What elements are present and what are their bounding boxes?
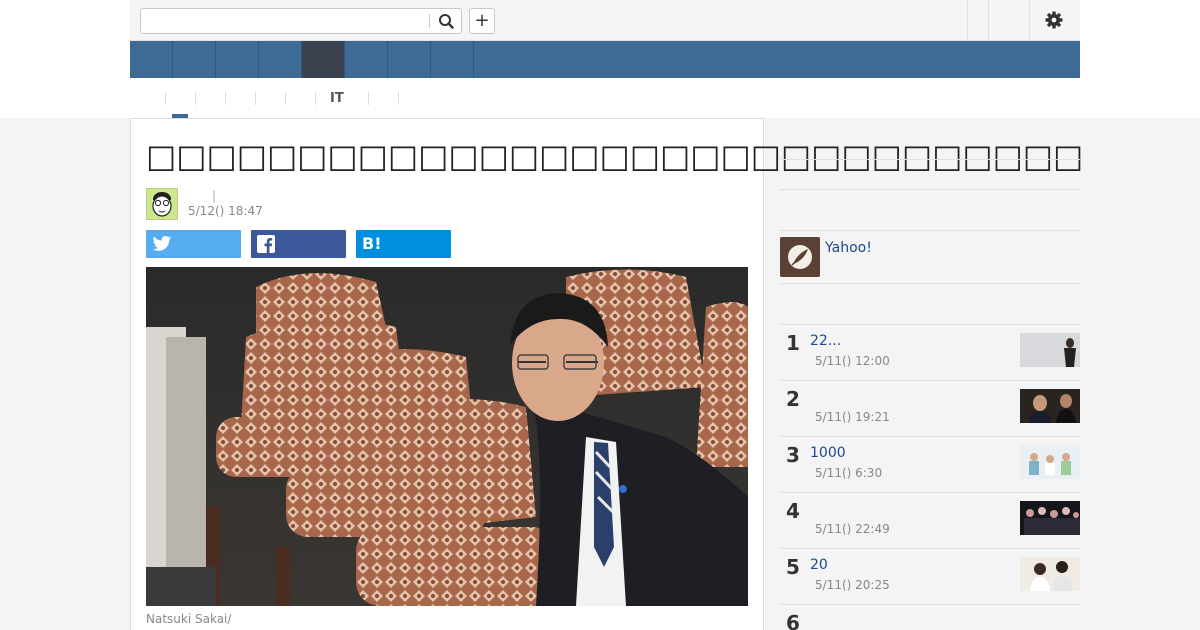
ranking-thumbnail[interactable]: [1020, 445, 1080, 479]
ranking-item[interactable]: 2 5/11() 19:21: [780, 380, 1080, 436]
subnav-divider: [398, 92, 399, 105]
ranking-thumbnail[interactable]: [1020, 501, 1080, 535]
nav-tab[interactable]: [388, 41, 431, 78]
share-twitter-button[interactable]: [146, 230, 241, 258]
ranking-number: 3: [786, 443, 800, 467]
sidebar-divider: [780, 159, 1080, 160]
ranking-thumbnail[interactable]: [1020, 333, 1080, 367]
yahoo-author-icon[interactable]: [780, 237, 820, 277]
article: □□□□□□□□□□□□□□□□□□□□□□□□□□□□□□□ | 5/12()…: [130, 118, 1083, 630]
ranking-item[interactable]: 5 20 5/11() 20:25: [780, 548, 1080, 604]
nav-tab[interactable]: [173, 41, 216, 78]
ranking-thumbnail[interactable]: [1020, 389, 1080, 423]
author-face-icon: [152, 192, 172, 217]
publish-date: 5/12() 18:47: [188, 204, 263, 218]
ranking-number: 6: [786, 611, 800, 630]
ranking-number: 2: [786, 387, 800, 411]
ranking-number: 4: [786, 499, 800, 523]
ranking-item[interactable]: 4 5/11() 22:49: [780, 492, 1080, 548]
author-avatar[interactable]: [146, 188, 178, 220]
subnav-divider: [285, 92, 286, 105]
search-icon: [439, 14, 454, 29]
search-divider: [429, 14, 430, 28]
article-photo-image: [146, 267, 748, 606]
ranking-time: 5/11() 22:49: [815, 522, 890, 536]
hatena-bookmark-icon: B!: [362, 234, 382, 253]
subnav-divider: [255, 92, 256, 105]
gear-icon: [1045, 11, 1063, 29]
ranking-title[interactable]: 1000: [810, 445, 846, 461]
share-hatena-button[interactable]: B!: [356, 230, 451, 258]
subnav-divider: [315, 92, 316, 105]
nav-tab[interactable]: [345, 41, 388, 78]
facebook-icon: [257, 235, 275, 253]
ranking-time: 5/11() 19:21: [815, 410, 890, 424]
ranking-time: 5/11() 6:30: [815, 466, 883, 480]
ranking-number: 1: [786, 331, 800, 355]
header-divider: [988, 0, 989, 41]
share-facebook-button[interactable]: [251, 230, 346, 258]
ranking-time: 5/11() 20:25: [815, 578, 890, 592]
toolbar: +: [130, 0, 1080, 41]
ranking-item[interactable]: 1 22... 5/11() 12:00: [780, 324, 1080, 380]
sidebar-divider: [780, 189, 1080, 190]
nav-tab[interactable]: [130, 41, 173, 78]
ranking-title[interactable]: 20: [810, 557, 828, 573]
sidebar-divider: [780, 230, 1080, 231]
header-divider: [1029, 0, 1030, 41]
ranking-title[interactable]: 22...: [810, 333, 841, 349]
twitter-icon: [152, 236, 172, 251]
ranking-item[interactable]: 6: [780, 604, 1080, 630]
header-divider: [967, 0, 968, 41]
author-separator: |: [212, 189, 217, 203]
ranking-item[interactable]: 3 1000 5/11() 6:30: [780, 436, 1080, 492]
nav-tab[interactable]: [216, 41, 259, 78]
subnav-item-it[interactable]: IT: [330, 91, 344, 106]
sub-nav: IT: [130, 78, 1080, 118]
category-nav: [130, 41, 1080, 78]
ranking-time: 5/11() 12:00: [815, 354, 890, 368]
search-button[interactable]: [435, 11, 457, 31]
article-photo: [146, 267, 748, 606]
ranking-thumbnail[interactable]: [1020, 557, 1080, 591]
search-input[interactable]: [141, 9, 427, 33]
nav-tab[interactable]: [431, 41, 474, 78]
quill-icon: [788, 245, 812, 269]
search-box: [140, 8, 462, 34]
subnav-divider: [195, 92, 196, 105]
add-button[interactable]: +: [469, 8, 495, 34]
subnav-divider: [165, 92, 166, 105]
yahoo-link[interactable]: Yahoo!: [825, 240, 872, 256]
article-title: □□□□□□□□□□□□□□□□□□□□□□□□□□□□□□□: [146, 137, 1084, 175]
sidebar-divider: [780, 283, 1080, 284]
subnav-divider: [225, 92, 226, 105]
site-header: + IT: [130, 0, 1080, 118]
nav-tab[interactable]: [259, 41, 302, 78]
ranking-number: 5: [786, 555, 800, 579]
nav-tab-active[interactable]: [302, 41, 345, 78]
photo-caption: Natsuki Sakai/: [146, 612, 232, 626]
settings-button[interactable]: [1044, 10, 1064, 30]
subnav-divider: [368, 92, 369, 105]
